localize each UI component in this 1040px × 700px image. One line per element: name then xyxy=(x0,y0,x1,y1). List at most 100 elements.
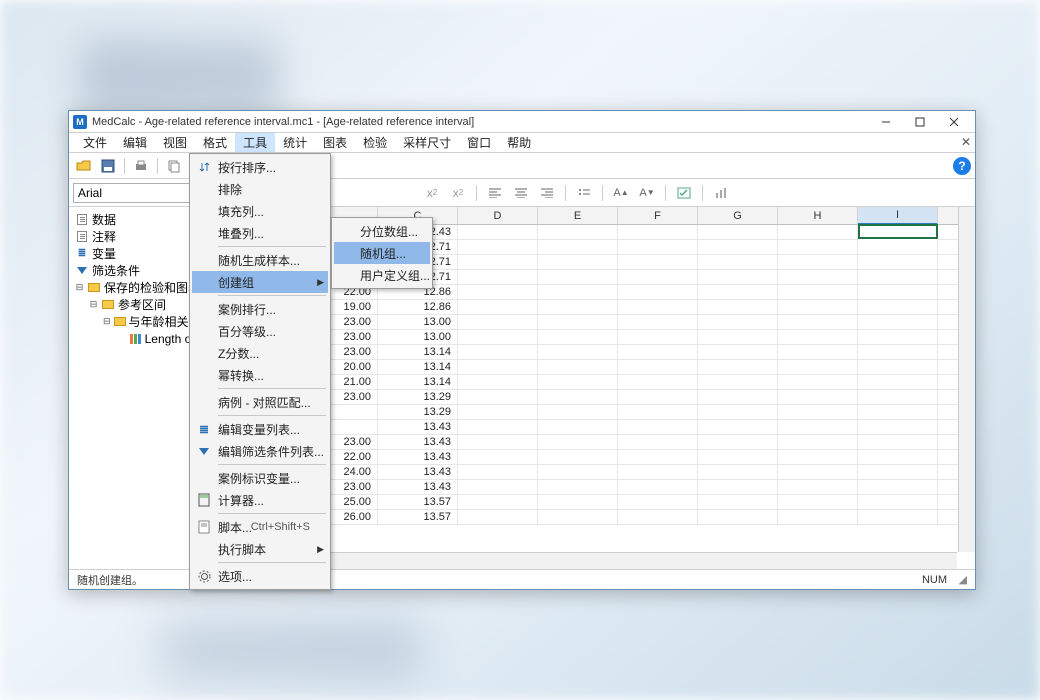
cell[interactable] xyxy=(858,495,938,510)
cell[interactable] xyxy=(698,375,778,390)
cell[interactable] xyxy=(698,495,778,510)
cell[interactable] xyxy=(458,390,538,405)
cell[interactable] xyxy=(778,495,858,510)
menu-窗口[interactable]: 窗口 xyxy=(459,133,499,152)
cell[interactable] xyxy=(618,450,698,465)
cell[interactable] xyxy=(458,450,538,465)
cell[interactable] xyxy=(778,405,858,420)
menu-item[interactable]: 百分等级... xyxy=(192,320,328,342)
horizontal-scrollbar[interactable] xyxy=(229,552,957,569)
cell[interactable] xyxy=(778,300,858,315)
cell[interactable] xyxy=(538,495,618,510)
cell[interactable] xyxy=(778,480,858,495)
cell[interactable] xyxy=(458,480,538,495)
window-minimize-button[interactable] xyxy=(869,112,903,132)
cell[interactable]: 13.29 xyxy=(378,405,458,420)
cell[interactable]: 13.43 xyxy=(378,420,458,435)
cell[interactable] xyxy=(538,360,618,375)
cell[interactable] xyxy=(778,360,858,375)
cell[interactable] xyxy=(778,390,858,405)
print-icon[interactable] xyxy=(130,156,152,176)
column-header[interactable]: H xyxy=(778,207,858,225)
open-icon[interactable] xyxy=(73,156,95,176)
cell[interactable]: 13.57 xyxy=(378,510,458,525)
cell[interactable] xyxy=(538,420,618,435)
align-left-icon[interactable] xyxy=(484,183,506,203)
cell[interactable] xyxy=(858,360,938,375)
cell[interactable] xyxy=(778,315,858,330)
list-icon[interactable] xyxy=(573,183,595,203)
cell[interactable] xyxy=(778,270,858,285)
menu-item[interactable]: 脚本...Ctrl+Shift+S xyxy=(192,516,328,538)
cell[interactable] xyxy=(538,345,618,360)
superscript-icon[interactable]: x2 xyxy=(447,183,469,203)
column-header[interactable]: D xyxy=(458,207,538,225)
submenu-item[interactable]: 用户定义组... xyxy=(334,264,430,286)
cell[interactable]: 13.14 xyxy=(378,345,458,360)
cell[interactable] xyxy=(458,420,538,435)
menu-帮助[interactable]: 帮助 xyxy=(499,133,539,152)
cell[interactable] xyxy=(458,360,538,375)
cell[interactable]: 13.29 xyxy=(378,390,458,405)
cell[interactable] xyxy=(858,405,938,420)
menu-采样尺寸[interactable]: 采样尺寸 xyxy=(395,133,459,152)
cell[interactable] xyxy=(698,435,778,450)
cell[interactable] xyxy=(858,224,938,239)
cell[interactable] xyxy=(858,240,938,255)
cell[interactable] xyxy=(858,450,938,465)
cell[interactable] xyxy=(538,330,618,345)
cell[interactable]: 13.00 xyxy=(378,315,458,330)
cell[interactable] xyxy=(858,420,938,435)
cell[interactable] xyxy=(538,375,618,390)
menu-编辑[interactable]: 编辑 xyxy=(115,133,155,152)
cell[interactable] xyxy=(698,225,778,240)
cell[interactable] xyxy=(538,315,618,330)
column-header[interactable]: F xyxy=(618,207,698,225)
menu-item[interactable]: 计算器... xyxy=(192,489,328,511)
cell[interactable] xyxy=(458,315,538,330)
chart-tool-icon[interactable] xyxy=(710,183,732,203)
cell[interactable] xyxy=(778,255,858,270)
cell[interactable] xyxy=(698,255,778,270)
menu-item[interactable]: Z分数... xyxy=(192,342,328,364)
cell[interactable] xyxy=(858,465,938,480)
cell[interactable] xyxy=(698,360,778,375)
cell[interactable] xyxy=(698,480,778,495)
align-right-icon[interactable] xyxy=(536,183,558,203)
cell[interactable] xyxy=(618,300,698,315)
cell[interactable] xyxy=(538,390,618,405)
cell[interactable]: 13.43 xyxy=(378,435,458,450)
cell[interactable] xyxy=(858,375,938,390)
window-close-button[interactable] xyxy=(937,112,971,132)
menu-item[interactable]: 执行脚本▶ xyxy=(192,538,328,560)
menu-item[interactable]: 排除 xyxy=(192,178,328,200)
submenu-item[interactable]: 分位数组... xyxy=(334,220,430,242)
cell[interactable] xyxy=(458,255,538,270)
menu-item[interactable]: 按行排序... xyxy=(192,156,328,178)
cell[interactable] xyxy=(618,375,698,390)
menu-格式[interactable]: 格式 xyxy=(195,133,235,152)
cell[interactable] xyxy=(698,390,778,405)
cell[interactable] xyxy=(778,510,858,525)
menu-item[interactable]: 选项... xyxy=(192,565,328,587)
cell[interactable] xyxy=(618,435,698,450)
cell[interactable] xyxy=(858,390,938,405)
cell[interactable] xyxy=(778,345,858,360)
menu-item[interactable]: 幂转换... xyxy=(192,364,328,386)
cell[interactable] xyxy=(778,240,858,255)
cell[interactable] xyxy=(458,435,538,450)
copy-icon[interactable] xyxy=(163,156,185,176)
cell[interactable] xyxy=(538,225,618,240)
cell[interactable] xyxy=(618,225,698,240)
cell[interactable] xyxy=(778,225,858,240)
vertical-scrollbar[interactable] xyxy=(958,207,975,552)
cell[interactable] xyxy=(698,330,778,345)
cell[interactable] xyxy=(858,480,938,495)
cell[interactable] xyxy=(618,360,698,375)
cell[interactable] xyxy=(618,285,698,300)
cell[interactable] xyxy=(778,465,858,480)
menu-item[interactable]: 案例标识变量... xyxy=(192,467,328,489)
menu-统计[interactable]: 统计 xyxy=(275,133,315,152)
menu-item[interactable]: 编辑筛选条件列表... xyxy=(192,440,328,462)
cell[interactable] xyxy=(458,405,538,420)
